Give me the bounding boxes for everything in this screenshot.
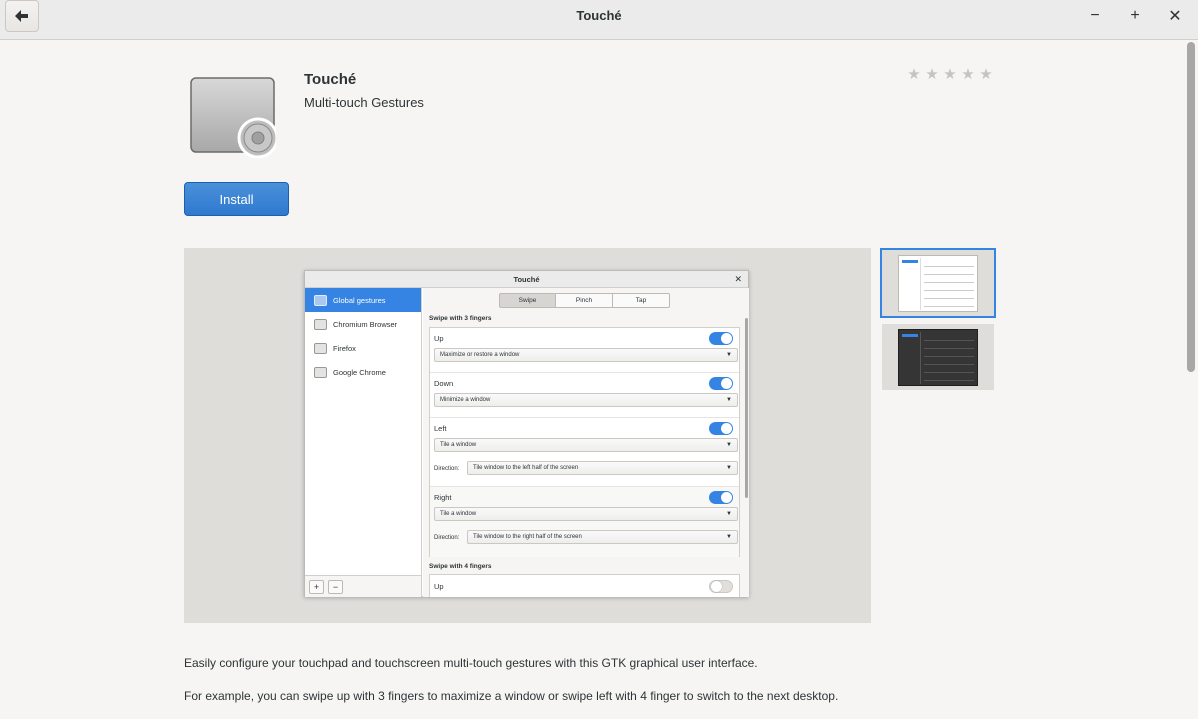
tab-pinch: Pinch [556,293,613,308]
screenshot-viewer[interactable]: Touché ✕ Global gestures Chromium Browse… [184,248,871,623]
screenshot-window-title: Touché ✕ [305,271,748,288]
close-icon: ✕ [734,274,742,284]
gesture-list: Up Maximize or restore a window ▼ Down Mi… [429,327,740,557]
star-icon: ★ [907,66,921,83]
action-select: Maximize or restore a window ▼ [434,348,738,362]
section-heading: Swipe with 4 fingers [429,563,492,570]
app-icon [190,77,276,159]
sidebar-item-chromium: Chromium Browser [305,312,421,336]
action-select: Minimize a window ▼ [434,393,738,407]
page-scrollbar[interactable] [1187,42,1195,372]
tab-tap: Tap [613,293,670,308]
direction-label: Direction: [434,466,460,472]
description-paragraph-2: For example, you can swipe up with 3 fin… [184,689,839,703]
gesture-row: Left Tile a window ▼ Direction: Tile wind… [430,418,739,487]
direction-select: Tile window to the left half of the scre… [467,461,738,475]
toggle-switch [709,377,733,390]
sidebar-item-chrome: Google Chrome [305,360,421,384]
close-icon: ✕ [1168,8,1182,25]
maximize-icon: + [1130,7,1140,24]
toggle-switch [709,580,733,593]
action-select: Tile a window ▼ [434,507,738,521]
description-paragraph-1: Easily configure your touchpad and touch… [184,656,758,670]
install-button[interactable]: Install [184,182,289,216]
maximize-button[interactable]: + [1124,6,1146,26]
gesture-tabs: Swipe Pinch Tap [499,293,670,308]
toggle-switch [709,491,733,504]
direction-label: Direction: [434,535,460,541]
star-icon: ★ [925,66,939,83]
minimize-button[interactable]: − [1084,6,1106,26]
star-icon: ★ [979,66,993,83]
app-summary: Multi-touch Gestures [304,95,424,110]
gesture-row: Up Maximize or restore a window ▼ [430,328,739,373]
screenshot-thumbnail-1[interactable] [880,248,996,318]
remove-app-button: − [328,580,343,594]
app-name: Touché [304,71,357,88]
thumbnail-image [898,255,978,312]
screenshot-thumbnail-2[interactable] [882,324,994,390]
sidebar-item-firefox: Firefox [305,336,421,360]
row-label: Up [434,582,444,591]
add-app-button: + [309,580,324,594]
screenshot-scrollbar [745,318,748,498]
tab-swipe: Swipe [499,293,556,308]
sidebar-footer: + − [305,575,421,597]
toggle-switch [709,332,733,345]
gesture-row: Down Minimize a window ▼ [430,373,739,418]
gesture-row: Right Tile a window ▼ Direction: Tile win… [430,487,739,557]
screenshot-window: Touché ✕ Global gestures Chromium Browse… [304,270,749,597]
window-title: Touché [576,8,622,23]
sidebar-item-global-gestures: Global gestures [305,288,421,312]
screenshot-main: Swipe Pinch Tap Swipe with 3 fingers Up … [423,288,749,597]
close-button[interactable]: ✕ [1164,6,1186,26]
rating-stars: ★ ★ ★ ★ ★ [906,66,994,84]
thumbnail-image [898,329,978,386]
row-label: Left [434,424,447,433]
section-heading: Swipe with 3 fingers [429,315,492,322]
star-icon: ★ [943,66,957,83]
direction-select: Tile window to the right half of the scr… [467,530,738,544]
action-select: Tile a window ▼ [434,438,738,452]
row-label: Down [434,379,454,388]
screenshot-sidebar: Global gestures Chromium Browser Firefox… [305,288,422,597]
toggle-switch [709,422,733,435]
gesture-list: Up [429,574,740,597]
header-bar: Touché − + ✕ [0,0,1198,40]
star-icon: ★ [961,66,975,83]
row-label: Right [434,493,452,502]
minimize-icon: − [1090,7,1100,24]
row-label: Up [434,334,444,343]
